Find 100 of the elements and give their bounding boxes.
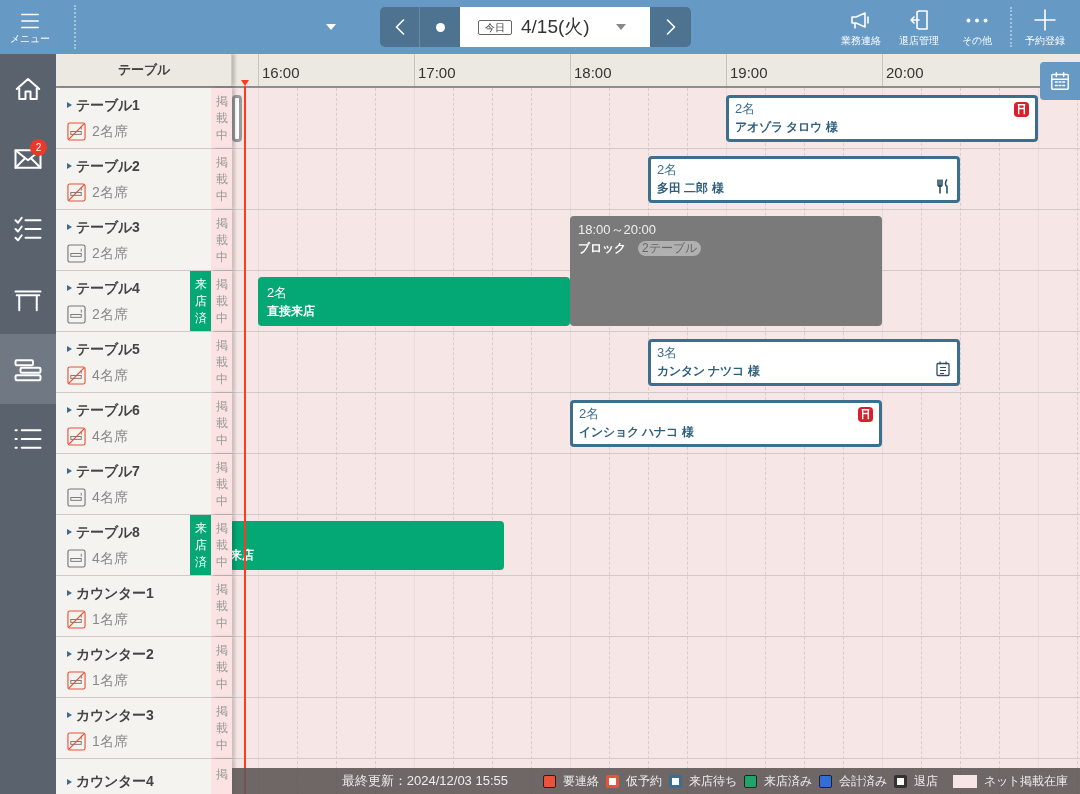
table-name: テーブル7 — [76, 461, 140, 481]
date-picker[interactable]: 今日 4/15(火) — [460, 7, 650, 47]
reservation-card[interactable] — [232, 95, 242, 142]
table-name: テーブル4 — [76, 278, 140, 298]
toolbar-button[interactable]: 業務連絡 — [832, 0, 890, 54]
caret-icon — [616, 24, 626, 30]
time-label: 18:00 — [574, 63, 612, 83]
listing-status: 掲載中 — [211, 88, 232, 148]
guest-name: アオゾラ タロウ 様 — [735, 119, 838, 136]
reservation-card[interactable]: 2名 アオゾラ タロウ 様 — [726, 95, 1038, 142]
seat-count: 2名席 — [92, 182, 128, 202]
seat-count: 4名席 — [92, 365, 128, 385]
listing-status: 掲載中 — [211, 637, 232, 697]
listing-status: 掲載中 — [211, 332, 232, 392]
time-label: 17:00 — [418, 63, 456, 83]
last-updated-text: 最終更新：2024/12/03 15:55 — [341, 772, 508, 791]
seat-count: 1名席 — [92, 670, 128, 690]
time-label: 19:00 — [730, 63, 768, 83]
legend-label: 要連絡 — [563, 773, 599, 790]
guest-name: 直接来店 — [267, 303, 315, 320]
calendar-button[interactable] — [1040, 62, 1080, 100]
memo-icon — [935, 360, 951, 377]
expand-arrow-icon — [67, 712, 72, 718]
listing-status: 掲載中 — [211, 271, 232, 331]
block-title: ブロック — [578, 240, 626, 257]
sidebar-item[interactable]: 2 — [0, 124, 56, 194]
seat-count: 4名席 — [92, 426, 128, 446]
table-count-tag: 2テーブル — [638, 240, 701, 256]
reservation-card[interactable]: 3名 カンタン ナツコ 様 — [648, 339, 960, 386]
visit-card[interactable]: 2名 直接来店 — [258, 277, 570, 326]
guest-name: 多田 二郎 様 — [657, 180, 724, 197]
plus-icon — [1033, 8, 1057, 32]
expand-arrow-icon — [67, 778, 72, 785]
seat-count: 2名席 — [92, 243, 128, 263]
listing-status: 掲載中 — [211, 515, 232, 575]
block-card[interactable]: 18:00～20:00 ブロック 2テーブル — [570, 216, 882, 326]
seat-count: 4名席 — [92, 487, 128, 507]
table-name: テーブル3 — [76, 217, 140, 237]
chair-icon — [1014, 102, 1029, 117]
toolbar-button[interactable]: 退店管理 — [890, 0, 948, 54]
calendar-icon — [1049, 70, 1071, 92]
party-size: 2名 — [657, 161, 678, 179]
more-icon — [966, 17, 988, 23]
listing-status: 掲載中 — [211, 210, 232, 270]
chair-icon — [858, 407, 873, 422]
table-name: カウンター3 — [76, 705, 154, 725]
expand-arrow-icon — [67, 590, 72, 596]
expand-arrow-icon — [67, 224, 72, 230]
table-name: カウンター1 — [76, 583, 154, 603]
party-size: 2名 — [267, 284, 288, 302]
table-name: カウンター2 — [76, 644, 154, 664]
notification-badge: 2 — [30, 139, 47, 156]
visited-tag: 来店済 — [190, 271, 211, 331]
toolbar-button[interactable]: 予約登録 — [1016, 0, 1074, 54]
chevron-left-icon — [394, 19, 405, 35]
seat-count: 4名席 — [92, 548, 128, 568]
toolbar-button[interactable]: その他 — [948, 0, 1006, 54]
listing-status: 掲 — [211, 759, 232, 794]
menu-button[interactable]: メニュー — [0, 0, 60, 54]
table-name: テーブル8 — [76, 522, 140, 542]
door-exit-icon — [907, 8, 931, 32]
reservation-card[interactable]: 2名 インショク ハナコ 様 — [570, 400, 882, 447]
sidebar-item[interactable] — [0, 334, 56, 404]
visited-tag: 来店済 — [190, 515, 211, 575]
listing-status: 掲載中 — [211, 149, 232, 209]
seat-count: 1名席 — [92, 609, 128, 629]
caret-icon — [326, 24, 336, 30]
chevron-right-icon — [665, 19, 676, 35]
legend-label: 会計済み — [839, 773, 887, 790]
seat-count: 2名席 — [92, 304, 128, 324]
time-label: 20:00 — [886, 63, 924, 83]
dot-icon — [435, 22, 445, 32]
listing-status: 掲載中 — [211, 454, 232, 514]
expand-arrow-icon — [67, 651, 72, 657]
cutlery-icon — [935, 177, 951, 194]
expand-arrow-icon — [67, 407, 72, 413]
table-name: テーブル6 — [76, 400, 140, 420]
table-name: テーブル1 — [76, 95, 140, 115]
today-dot-button[interactable] — [420, 7, 460, 47]
table-name: テーブル2 — [76, 156, 140, 176]
checklist-icon — [13, 214, 43, 244]
guest-name: カンタン ナツコ 様 — [657, 363, 760, 380]
expand-arrow-icon — [67, 529, 72, 535]
expand-arrow-icon — [67, 346, 72, 352]
reservation-card[interactable]: 2名 多田 二郎 様 — [648, 156, 960, 203]
legend-label: 来店済み — [764, 773, 812, 790]
party-size: 2名 — [579, 405, 600, 423]
party-size: 2名 — [735, 100, 756, 118]
expand-arrow-icon — [67, 285, 72, 291]
legend-label: 来店待ち — [689, 773, 737, 790]
expand-arrow-icon — [67, 102, 72, 108]
legend-label: 退店 — [914, 773, 938, 790]
legend-label: ネット掲載在庫 — [984, 773, 1068, 790]
seat-count: 1名席 — [92, 731, 128, 751]
time-label: 16:00 — [262, 63, 300, 83]
listing-status: 掲載中 — [211, 698, 232, 758]
listing-status: 掲載中 — [211, 576, 232, 636]
expand-arrow-icon — [67, 163, 72, 169]
listing-status: 掲載中 — [211, 393, 232, 453]
table-name: カウンター4 — [76, 772, 154, 791]
